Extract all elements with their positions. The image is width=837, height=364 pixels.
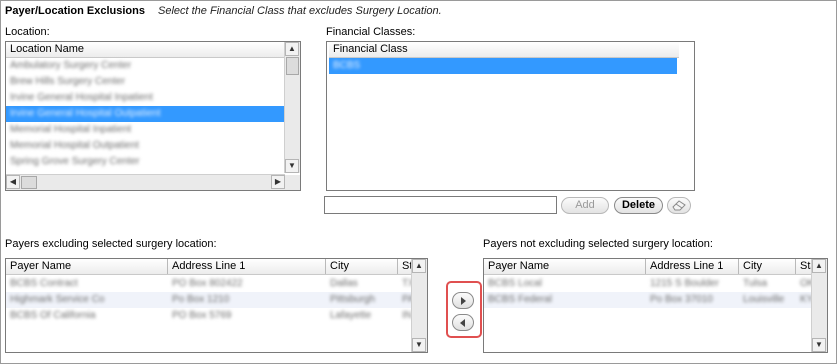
- financial-classes-label: Financial Classes:: [326, 26, 416, 38]
- clear-button[interactable]: [667, 197, 691, 214]
- location-name: Brew Hills Surgery Center: [10, 76, 126, 87]
- scroll-down-icon[interactable]: ▼: [812, 338, 826, 352]
- move-right-button[interactable]: [452, 292, 474, 309]
- move-left-button[interactable]: [452, 314, 474, 331]
- table-cell: Highmark Service Co: [10, 294, 105, 305]
- payers-excluding-scrollbar[interactable]: ▲ ▼: [411, 259, 427, 352]
- location-name: Irvine General Hospital Inpatient: [10, 92, 153, 103]
- location-list-item[interactable]: Spring Grove Surgery Center: [6, 154, 285, 170]
- payers-excluding-column-header-0[interactable]: Payer Name: [6, 259, 168, 274]
- table-cell: Po Box 1210: [172, 294, 230, 305]
- table-cell: PO Box 802422: [172, 278, 243, 289]
- arrow-left-icon: [460, 318, 465, 327]
- financial-class-name: BCBS: [333, 60, 361, 71]
- location-label: Location:: [5, 26, 50, 38]
- table-cell: Pittsburgh: [330, 294, 376, 305]
- financial-class-list-item[interactable]: BCBS: [329, 58, 677, 74]
- table-cell: BCBS Of California: [10, 310, 96, 321]
- payers-not-excluding-column-header-0[interactable]: Payer Name: [484, 259, 646, 274]
- location-name: Irvine General Hospital Outpatient: [10, 108, 161, 119]
- table-cell: Lafayette: [330, 310, 372, 321]
- payers-not-excluding-label: Payers not excluding selected surgery lo…: [483, 238, 713, 250]
- payers-not-excluding-column-header-1[interactable]: Address Line 1: [646, 259, 739, 274]
- scroll-down-icon[interactable]: ▼: [285, 159, 299, 173]
- table-cell: PA: [402, 294, 411, 305]
- location-name-column-header[interactable]: Location Name: [6, 42, 285, 57]
- location-list-item[interactable]: Brew Hills Surgery Center: [6, 74, 285, 90]
- scroll-up-icon[interactable]: ▲: [285, 42, 299, 56]
- financial-class-input[interactable]: [324, 196, 557, 214]
- add-button[interactable]: Add: [561, 197, 609, 214]
- location-vertical-scrollbar[interactable]: ▲ ▼: [284, 42, 300, 173]
- table-row[interactable]: BCBS Local 1215 S Boulder Tulsa OK: [484, 276, 811, 292]
- scroll-right-icon[interactable]: ▶: [271, 175, 285, 189]
- location-name: Ambulatory Surgery Center: [10, 60, 132, 71]
- location-list-item[interactable]: Memorial Hospital Inpatient: [6, 122, 285, 138]
- location-name: Memorial Hospital Inpatient: [10, 124, 132, 135]
- instruction-text: Select the Financial Class that excludes…: [158, 5, 442, 17]
- scroll-thumb[interactable]: [286, 57, 299, 75]
- table-cell: Po Box 37010: [650, 294, 713, 305]
- location-horizontal-scrollbar[interactable]: ◀ ▶: [6, 174, 285, 190]
- scroll-up-icon[interactable]: ▲: [412, 259, 426, 273]
- table-cell: BCBS Contract: [10, 278, 78, 289]
- payers-excluding-label: Payers excluding selected surgery locati…: [5, 238, 217, 250]
- table-cell: IN: [402, 310, 411, 321]
- table-cell: BCBS Local: [488, 278, 542, 289]
- table-cell: OK: [800, 278, 811, 289]
- table-row[interactable]: BCBS Federal Po Box 37010 Louisville KY: [484, 292, 811, 308]
- scroll-thumb[interactable]: [21, 176, 37, 189]
- payers-excluding-list[interactable]: Payer NameAddress Line 1CityState BCBS C…: [5, 258, 428, 353]
- table-cell: Dallas: [330, 278, 358, 289]
- table-row[interactable]: BCBS Of California PO Box 5769 Lafayette IN: [6, 308, 411, 324]
- table-cell: BCBS Federal: [488, 294, 552, 305]
- location-list-item[interactable]: Ambulatory Surgery Center: [6, 58, 285, 74]
- table-row[interactable]: Highmark Service Co Po Box 1210 Pittsburgh…: [6, 292, 411, 308]
- eraser-icon: [672, 200, 686, 211]
- location-list-item[interactable]: Irvine General Hospital Inpatient: [6, 90, 285, 106]
- location-list-item[interactable]: Memorial Hospital Outpatient: [6, 138, 285, 154]
- payers-excluding-column-header-2[interactable]: City: [326, 259, 398, 274]
- table-row[interactable]: BCBS Contract PO Box 802422 Dallas TX: [6, 276, 411, 292]
- scroll-down-icon[interactable]: ▼: [412, 338, 426, 352]
- payers-excluding-column-header-1[interactable]: Address Line 1: [168, 259, 326, 274]
- payers-not-excluding-column-header-2[interactable]: City: [739, 259, 796, 274]
- scroll-left-icon[interactable]: ◀: [6, 175, 20, 189]
- location-list[interactable]: Location Name Ambulatory Surgery Center B…: [5, 41, 301, 191]
- location-list-item[interactable]: Irvine General Hospital Outpatient: [6, 106, 285, 122]
- payers-not-excluding-list[interactable]: Payer NameAddress Line 1CityState BCBS L…: [483, 258, 828, 353]
- table-cell: Tulsa: [743, 278, 768, 289]
- table-cell: 1215 S Boulder: [650, 278, 719, 289]
- table-cell: TX: [402, 278, 411, 289]
- table-cell: PO Box 5769: [172, 310, 232, 321]
- payers-not-excluding-scrollbar[interactable]: ▲ ▼: [811, 259, 827, 352]
- arrow-right-icon: [461, 296, 466, 305]
- location-name: Memorial Hospital Outpatient: [10, 140, 139, 151]
- panel-title: Payer/Location Exclusions: [5, 5, 145, 17]
- table-cell: Louisville: [743, 294, 785, 305]
- delete-button[interactable]: Delete: [614, 197, 663, 214]
- location-name: Spring Grove Surgery Center: [10, 156, 140, 167]
- scroll-up-icon[interactable]: ▲: [812, 259, 826, 273]
- financial-class-list[interactable]: Financial Class BCBS: [326, 41, 695, 191]
- financial-class-column-header[interactable]: Financial Class: [329, 42, 679, 57]
- table-cell: KY: [800, 294, 811, 305]
